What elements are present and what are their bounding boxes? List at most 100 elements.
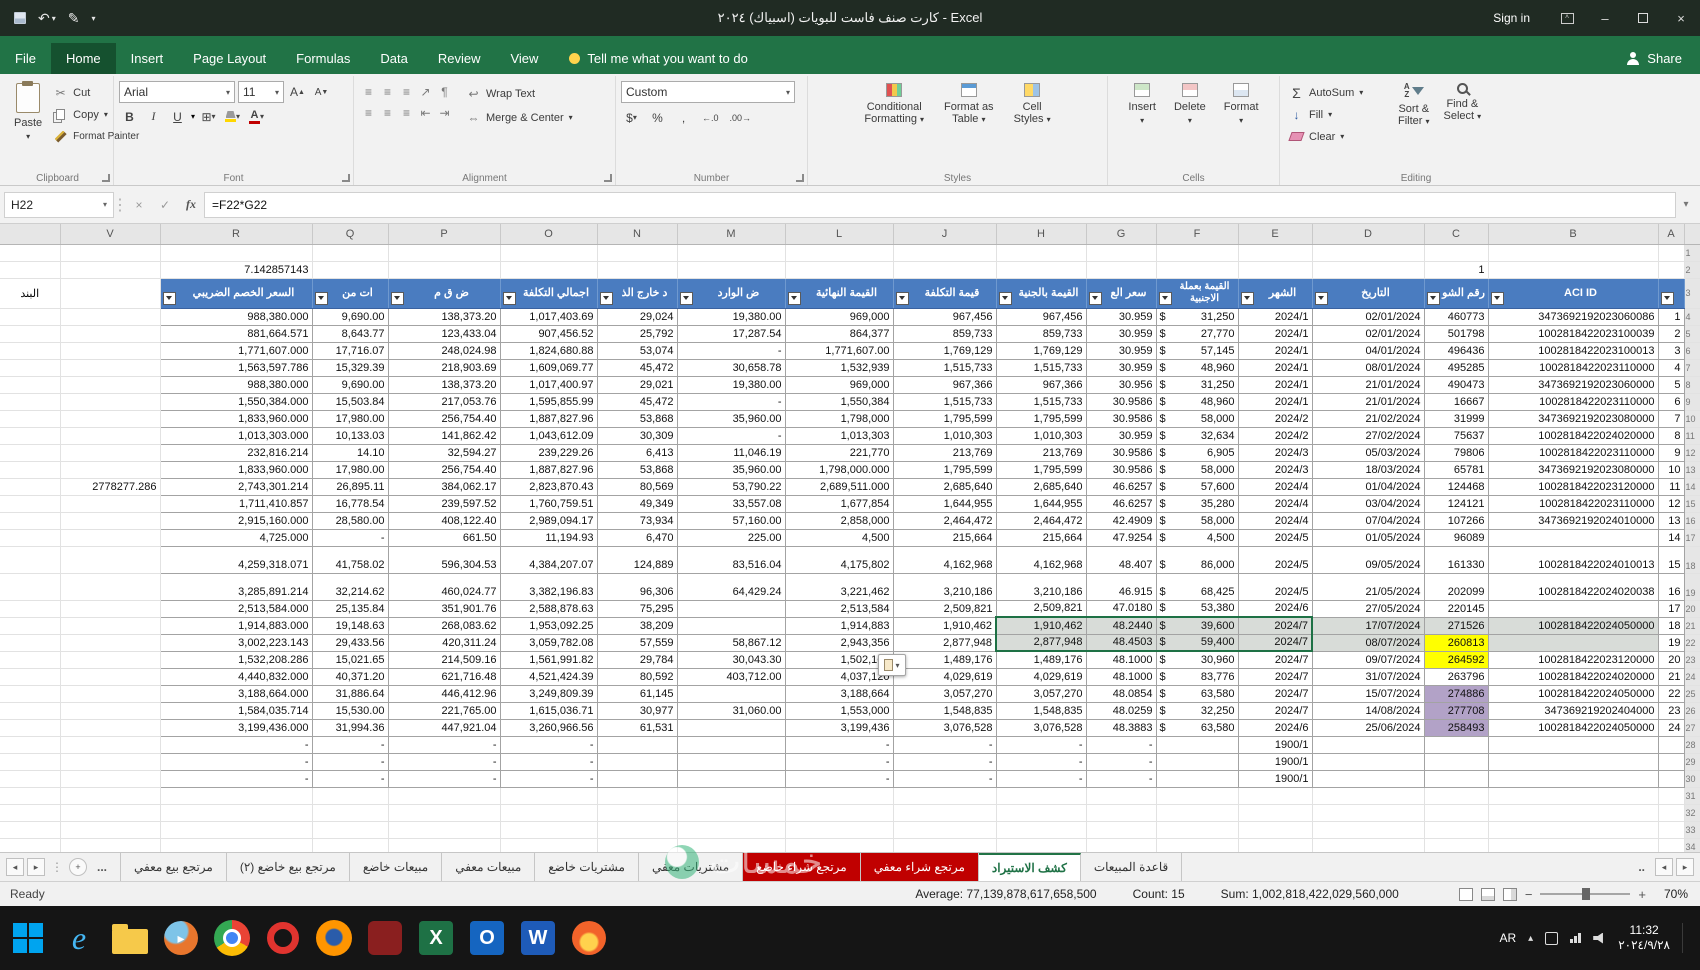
cell[interactable]: 48.407: [1086, 546, 1157, 574]
ribbon-tab-insert[interactable]: Insert: [116, 43, 179, 74]
row-header[interactable]: 11: [1683, 427, 1700, 445]
cell[interactable]: 408,122.40: [388, 512, 501, 530]
borders-button[interactable]: ⊞ ▾: [198, 106, 219, 127]
column-header[interactable]: V: [60, 224, 161, 245]
cell[interactable]: 2024/6: [1238, 719, 1313, 737]
cell[interactable]: 1,595,855.99: [500, 393, 598, 411]
decrease-decimal-button[interactable]: .00→: [727, 107, 755, 128]
cell[interactable]: 239,597.52: [388, 495, 501, 513]
cell[interactable]: 19,380.00: [677, 376, 786, 394]
cell[interactable]: 24: [1658, 719, 1685, 737]
cell[interactable]: [0, 308, 61, 326]
cell[interactable]: [0, 376, 61, 394]
column-header[interactable]: C: [1424, 224, 1489, 245]
cell[interactable]: [677, 244, 786, 262]
column-header[interactable]: O: [500, 224, 598, 245]
cell[interactable]: 1,833,960.000: [160, 410, 313, 428]
filter-button[interactable]: [162, 291, 176, 305]
cell[interactable]: $6,905: [1156, 444, 1239, 462]
cell[interactable]: 1900/1: [1238, 770, 1313, 788]
cell[interactable]: 30,043.30: [677, 651, 786, 669]
cell[interactable]: -: [785, 770, 894, 788]
row-header[interactable]: 10: [1683, 410, 1700, 428]
cell[interactable]: 1,515,733: [996, 359, 1087, 377]
cell[interactable]: 256,754.40: [388, 461, 501, 479]
undo-button[interactable]: ↶ ▾: [38, 10, 56, 27]
cell[interactable]: [1086, 821, 1157, 839]
cell[interactable]: 1,760,759.51: [500, 495, 598, 513]
cell[interactable]: [677, 770, 786, 788]
cell[interactable]: [1312, 244, 1425, 262]
cell[interactable]: $63,580: [1156, 685, 1239, 703]
filter-button[interactable]: [1088, 291, 1102, 305]
cell[interactable]: 1,769,129: [996, 342, 1087, 360]
cell[interactable]: [0, 444, 61, 462]
redo-button[interactable]: ✎: [68, 10, 80, 27]
cell[interactable]: [388, 787, 501, 805]
row-header[interactable]: 33: [1683, 821, 1700, 839]
column-header[interactable]: A: [1658, 224, 1685, 245]
cell[interactable]: 2024/7: [1238, 651, 1313, 669]
cell[interactable]: [1488, 787, 1659, 805]
italic-button[interactable]: I: [143, 106, 164, 127]
cell[interactable]: [1156, 770, 1239, 788]
cell[interactable]: 42.4909: [1086, 512, 1157, 530]
cell[interactable]: 138,373.20: [388, 376, 501, 394]
cell[interactable]: 2,685,640: [893, 478, 997, 496]
cell[interactable]: 1,795,599: [893, 410, 997, 428]
cell[interactable]: [893, 804, 997, 822]
column-header[interactable]: Q: [312, 224, 389, 245]
cell[interactable]: 3,057,270: [893, 685, 997, 703]
cell[interactable]: [312, 804, 389, 822]
cell[interactable]: 6: [1658, 393, 1685, 411]
cell[interactable]: 3473692192023060000: [1488, 376, 1659, 394]
cell[interactable]: -: [893, 753, 997, 771]
cell[interactable]: [597, 261, 678, 279]
cell[interactable]: 13: [1658, 512, 1685, 530]
cell[interactable]: [60, 278, 161, 309]
cell[interactable]: [1658, 787, 1685, 805]
table-header-b[interactable]: ACI ID: [1488, 278, 1659, 309]
row-header[interactable]: 22: [1683, 634, 1700, 652]
cell[interactable]: 4,500: [785, 529, 894, 547]
filter-button[interactable]: [314, 291, 328, 305]
cell[interactable]: 2024/7: [1238, 634, 1313, 652]
cell[interactable]: [1238, 261, 1313, 279]
cell[interactable]: 217,053.76: [388, 393, 501, 411]
format-cells-button[interactable]: Format ▾: [1217, 78, 1266, 169]
cell[interactable]: 1,615,036.71: [500, 702, 598, 720]
cell[interactable]: [1424, 736, 1489, 754]
row-header[interactable]: 6: [1683, 342, 1700, 360]
tab-scroll-first-button[interactable]: ◂: [6, 858, 24, 876]
cell[interactable]: 10: [1658, 461, 1685, 479]
cell[interactable]: -: [388, 770, 501, 788]
autosum-button[interactable]: Σ AutoSum ▾: [1285, 82, 1391, 103]
cell[interactable]: 3,285,891.214: [160, 573, 313, 601]
cell[interactable]: 239,229.26: [500, 444, 598, 462]
cell[interactable]: [0, 804, 61, 822]
cell[interactable]: 61,531: [597, 719, 678, 737]
cell[interactable]: 1,489,176: [893, 651, 997, 669]
cell[interactable]: 47.0180: [1086, 600, 1157, 618]
zoom-out-button[interactable]: −: [1525, 887, 1533, 902]
cell[interactable]: 4,162,968: [893, 546, 997, 574]
cell[interactable]: 2024/2: [1238, 427, 1313, 445]
cell[interactable]: [60, 753, 161, 771]
cell[interactable]: 48.0259: [1086, 702, 1157, 720]
cell[interactable]: [60, 634, 161, 652]
row-header[interactable]: 26: [1683, 702, 1700, 720]
cell[interactable]: 17,980.00: [312, 410, 389, 428]
cell[interactable]: 1,010,303: [996, 427, 1087, 445]
cell[interactable]: [0, 244, 61, 262]
cell[interactable]: 30,977: [597, 702, 678, 720]
clear-button[interactable]: Clear ▾: [1285, 126, 1391, 147]
cell[interactable]: 08/07/2024: [1312, 634, 1425, 652]
cell[interactable]: 1,795,599: [996, 410, 1087, 428]
cell[interactable]: 21/05/2024: [1312, 573, 1425, 601]
cell[interactable]: 2,823,870.43: [500, 478, 598, 496]
sheet-tab-8[interactable]: كشف الاستيراد: [978, 853, 1081, 881]
cell[interactable]: [1424, 753, 1489, 771]
cell[interactable]: [1424, 244, 1489, 262]
cell[interactable]: 22: [1658, 685, 1685, 703]
cell[interactable]: [60, 261, 161, 279]
